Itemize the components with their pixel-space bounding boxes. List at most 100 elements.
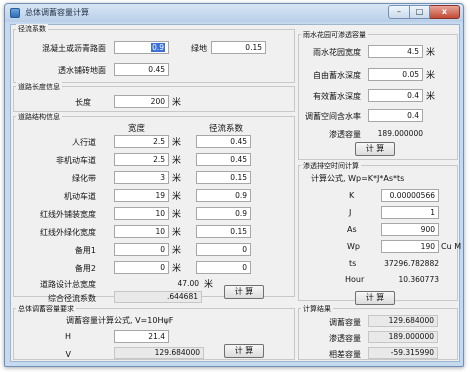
- road-length-group-title: 道路长度信息: [16, 82, 62, 92]
- concrete-coef-input[interactable]: 0.9: [114, 41, 169, 54]
- road-length-input[interactable]: 200: [114, 95, 169, 108]
- garden-calc-button[interactable]: 计 算: [355, 142, 395, 156]
- road-structure-group-title: 道路结构信息: [16, 112, 62, 122]
- row-coef-input[interactable]: 0: [196, 243, 251, 256]
- row-width-unit: 米: [172, 156, 182, 166]
- void-ratio-label: 调蓄空间含水率: [305, 112, 361, 121]
- infiltration-formula: 计算公式, Wp=K*J*As*ts: [311, 174, 405, 183]
- as-input[interactable]: 900: [381, 223, 439, 236]
- k-label: K: [349, 191, 355, 200]
- result-storage-label: 调蓄容量: [329, 318, 361, 327]
- app-icon: [10, 8, 20, 18]
- row-label: 绿化带: [72, 174, 96, 183]
- total-width-unit: 米: [204, 280, 214, 290]
- row-coef-input[interactable]: 0: [196, 261, 251, 274]
- row-coef-input[interactable]: 0.9: [196, 189, 251, 202]
- maximize-button[interactable]: □: [410, 5, 430, 19]
- rain-garden-group-title: 雨水花园可渗透容量: [301, 30, 368, 40]
- road-calc-button[interactable]: 计 算: [224, 285, 264, 299]
- road-length-unit: 米: [172, 98, 182, 108]
- row-width-input[interactable]: 3: [114, 171, 169, 184]
- storage-depth-input[interactable]: 0.05: [368, 68, 423, 81]
- row-width-unit: 米: [172, 192, 182, 202]
- infiltration-time-group-title: 渗透排空时间计算: [301, 161, 361, 171]
- wp-input[interactable]: 190: [381, 240, 439, 253]
- garden-width-input[interactable]: 4.5: [368, 45, 423, 58]
- paver-label: 透水铺砖地面: [58, 66, 106, 75]
- ts-value: 37296.782882: [384, 259, 439, 268]
- app-window: 总体调蓄容量计算 – □ x 径流系数 混凝土或沥青路面 0.9 绿地 0.15…: [4, 3, 464, 367]
- j-input[interactable]: 1: [381, 206, 439, 219]
- row-coef-input[interactable]: 0.45: [196, 135, 251, 148]
- storage-depth-label: 自由蓄水深度: [313, 71, 361, 80]
- row-width-input[interactable]: 2.5: [114, 153, 169, 166]
- combined-coef-value: .644681: [114, 291, 202, 303]
- infiltration-calc-button[interactable]: 计 算: [355, 291, 395, 305]
- total-width-label: 道路设计总宽度: [40, 280, 96, 289]
- client-area: 径流系数 混凝土或沥青路面 0.9 绿地 0.15 透水铺砖地面 0.45 道路…: [10, 24, 462, 362]
- hour-label: Hour: [345, 275, 365, 284]
- row-width-unit: 米: [172, 138, 182, 148]
- row-width-unit: 米: [172, 174, 182, 184]
- result-group-title: 计算结果: [301, 304, 333, 314]
- row-width-input[interactable]: 10: [114, 225, 169, 238]
- as-label: As: [347, 225, 357, 234]
- row-coef-input[interactable]: 0.9: [196, 207, 251, 220]
- row-coef-input[interactable]: 0.45: [196, 153, 251, 166]
- row-width-unit: 米: [172, 210, 182, 220]
- result-diff-label: 相差容量: [329, 350, 361, 359]
- row-width-input[interactable]: 19: [114, 189, 169, 202]
- paver-coef-input[interactable]: 0.45: [114, 63, 169, 76]
- void-ratio-input[interactable]: 0.4: [368, 109, 423, 122]
- row-width-input[interactable]: 2.5: [114, 135, 169, 148]
- road-length-label: 长度: [75, 98, 91, 107]
- v-label: V: [65, 350, 71, 359]
- combined-coef-label: 综合径流系数: [48, 294, 96, 303]
- storage-depth-unit: 米: [426, 71, 436, 81]
- row-width-unit: 米: [172, 228, 182, 238]
- wp-unit: Cu M: [441, 242, 462, 251]
- ts-label: ts: [349, 259, 357, 268]
- green-coef-input[interactable]: 0.15: [211, 41, 266, 54]
- row-coef-input[interactable]: 0.15: [196, 171, 251, 184]
- result-infiltration-label: 渗透容量: [329, 334, 361, 343]
- concrete-label: 混凝土或沥青路面: [42, 44, 106, 53]
- effective-depth-label: 有效蓄水深度: [313, 92, 361, 101]
- minimize-button[interactable]: –: [388, 5, 410, 19]
- row-label: 机动车道: [64, 192, 96, 201]
- v-value: 129.684000: [114, 347, 204, 359]
- j-label: J: [349, 208, 352, 217]
- wp-label: Wp: [347, 242, 360, 251]
- row-width-unit: 米: [172, 264, 182, 274]
- window-title: 总体调蓄容量计算: [25, 8, 89, 17]
- infiltration-label: 渗透容量: [329, 130, 361, 139]
- width-column-header: 宽度: [128, 124, 146, 134]
- result-infiltration-value: 189.000000: [368, 331, 438, 343]
- row-width-unit: 米: [172, 246, 182, 256]
- overall-calc-button[interactable]: 计 算: [224, 344, 264, 358]
- row-label: 备用1: [74, 246, 96, 255]
- row-width-input[interactable]: 0: [114, 243, 169, 256]
- title-bar[interactable]: 总体调蓄容量计算 – □ x: [5, 4, 463, 22]
- runoff-group-title: 径流系数: [16, 24, 48, 34]
- total-width-value: 47.00: [177, 279, 199, 288]
- h-label: H: [64, 332, 71, 341]
- close-button[interactable]: x: [430, 5, 460, 19]
- result-storage-value: 129.684000: [368, 315, 438, 327]
- effective-depth-unit: 米: [426, 92, 436, 102]
- overall-group-title: 总体调蓄容量要求: [16, 304, 76, 314]
- green-label: 绿地: [191, 44, 207, 53]
- k-input[interactable]: 0.00000566: [381, 189, 439, 202]
- effective-depth-input[interactable]: 0.4: [368, 89, 423, 102]
- row-coef-input[interactable]: 0.15: [196, 225, 251, 238]
- infiltration-value: 189.000000: [377, 129, 423, 138]
- hour-value: 10.360773: [398, 275, 439, 284]
- garden-width-label: 雨水花园宽度: [313, 48, 361, 57]
- overall-formula: 调蓄容量计算公式, V=10HψF: [66, 316, 174, 325]
- row-label: 红线外绿化宽度: [40, 228, 96, 237]
- row-width-input[interactable]: 10: [114, 207, 169, 220]
- row-width-input[interactable]: 0: [114, 261, 169, 274]
- h-input[interactable]: 21.4: [114, 330, 169, 343]
- result-diff-value: -59.315990: [368, 347, 438, 359]
- row-label: 非机动车道: [56, 156, 96, 165]
